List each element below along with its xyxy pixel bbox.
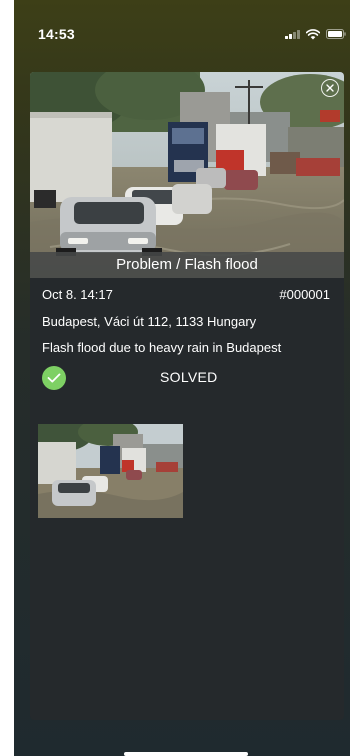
report-ticket-id: #000001 — [279, 287, 330, 302]
report-photo[interactable]: Problem / Flash flood — [30, 72, 344, 278]
report-status-row: SOLVED — [42, 366, 332, 390]
report-date: Oct 8. 14:17 — [42, 287, 113, 302]
status-badge: SOLVED — [160, 369, 218, 385]
close-icon — [326, 84, 334, 92]
signal-icon — [285, 29, 300, 39]
phone-screen: 14:53 Problem / Flash flood Oct 8. 14:17… — [14, 0, 350, 756]
status-bar: 14:53 — [14, 0, 350, 44]
report-address: Budapest, Váci út 112, 1133 Hungary — [42, 314, 257, 329]
home-indicator[interactable] — [124, 752, 248, 756]
status-time: 14:53 — [38, 26, 75, 42]
photo-thumbnail[interactable] — [38, 424, 183, 518]
status-icons — [285, 28, 346, 40]
report-description: Flash flood due to heavy rain in Budapes… — [42, 340, 282, 355]
report-meta-row: Oct 8. 14:17 #000001 — [42, 287, 330, 305]
report-category-caption: Problem / Flash flood — [30, 252, 344, 278]
report-card: Problem / Flash flood Oct 8. 14:17 #0000… — [30, 72, 344, 720]
battery-icon — [326, 29, 346, 39]
check-circle-icon — [42, 366, 66, 390]
close-button[interactable] — [321, 79, 339, 97]
wifi-icon — [306, 28, 320, 40]
